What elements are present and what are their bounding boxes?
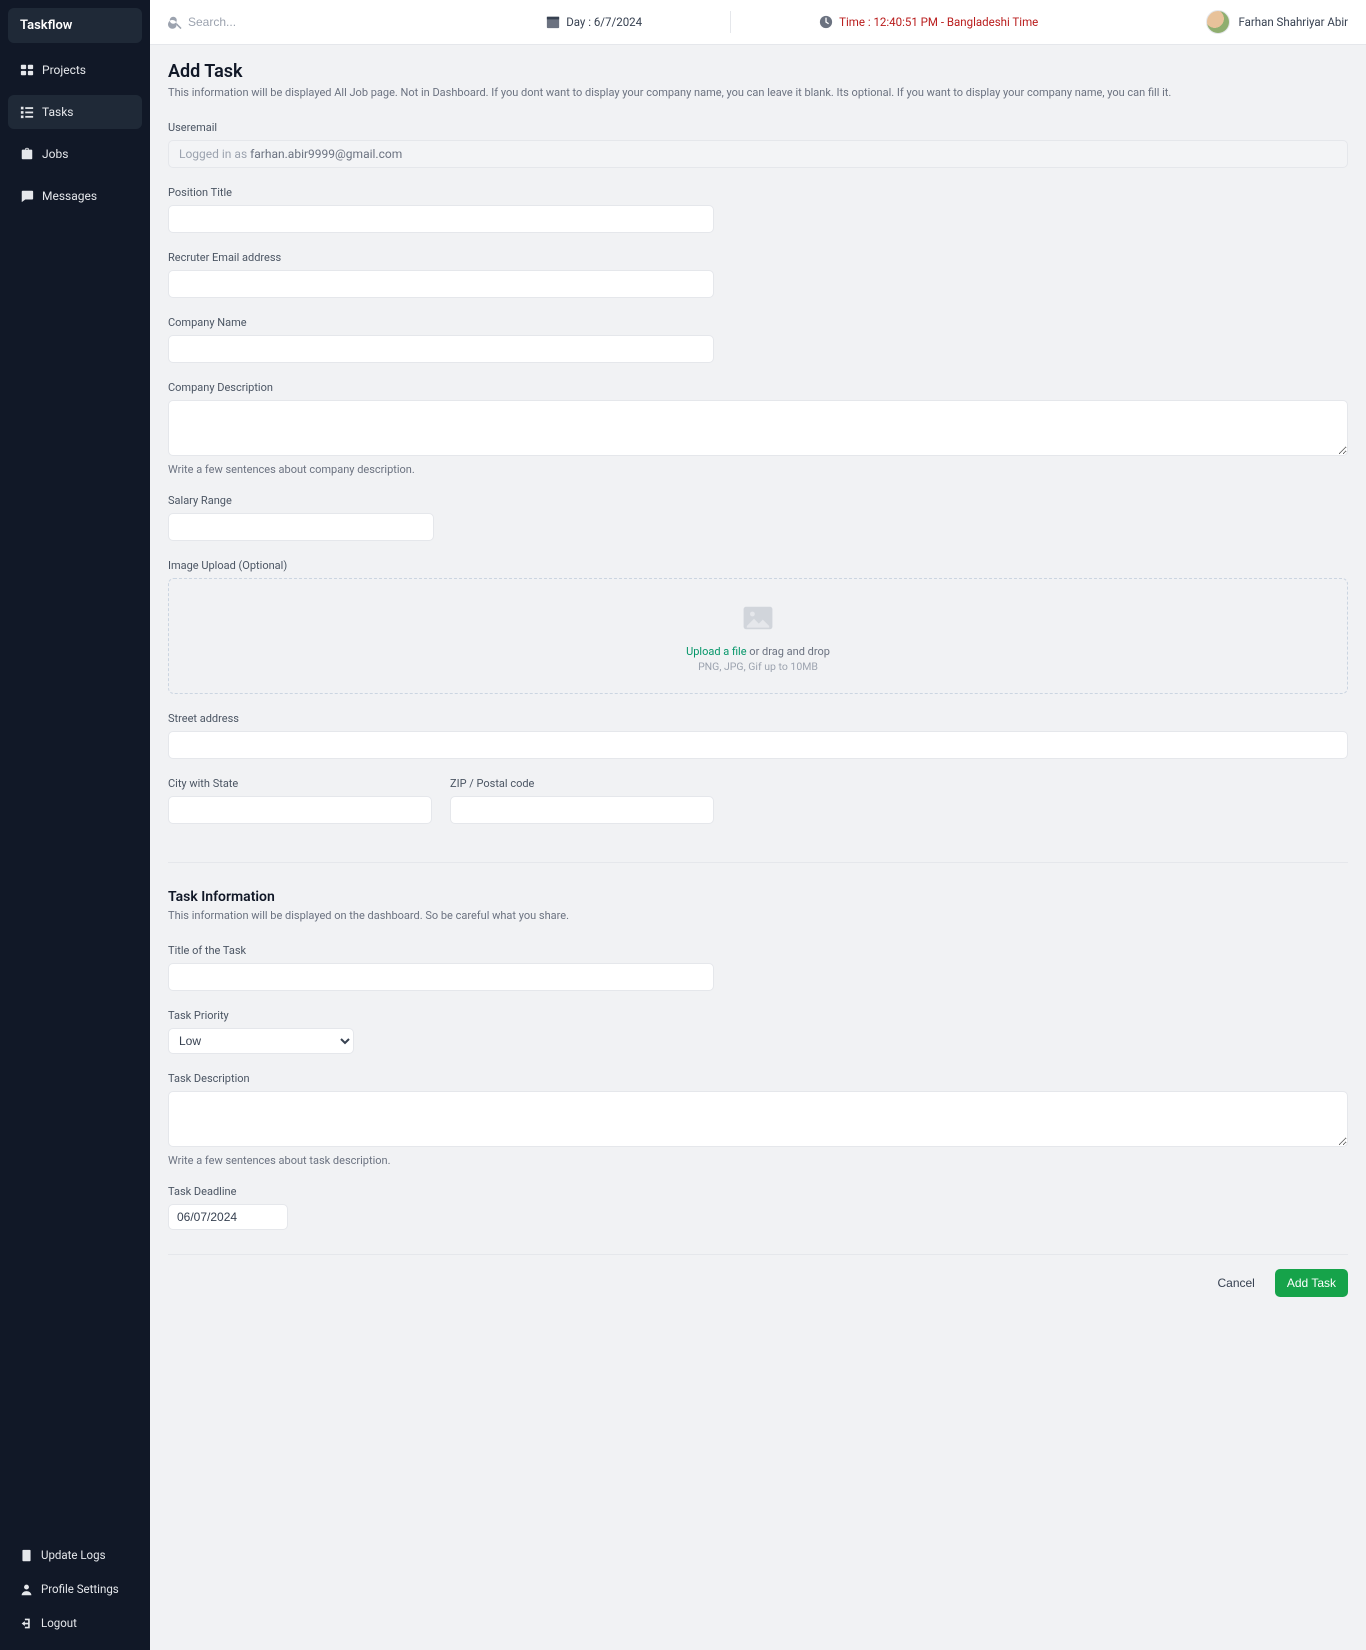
sidebar-bottom-update-logs[interactable]: Update Logs <box>8 1540 142 1570</box>
sidebar-item-messages[interactable]: Messages <box>8 179 142 213</box>
sidebar-bottom-label: Profile Settings <box>41 1582 119 1596</box>
sidebar-bottom-label: Update Logs <box>41 1548 106 1562</box>
image-upload-icon <box>742 605 774 631</box>
sidebar: Taskflow Projects Tasks Jobs <box>0 0 150 1650</box>
company-description-label: Company Description <box>168 381 1348 394</box>
avatar <box>1206 10 1230 34</box>
sidebar-item-label: Projects <box>42 63 86 77</box>
task-deadline-label: Task Deadline <box>168 1185 1348 1198</box>
sidebar-item-label: Jobs <box>42 147 68 161</box>
task-deadline-input[interactable] <box>168 1204 288 1230</box>
sidebar-item-label: Messages <box>42 189 97 203</box>
sidebar-bottom-label: Logout <box>41 1616 77 1630</box>
username: Farhan Shahriyar Abir <box>1238 15 1348 29</box>
recruiter-email-label: Recruter Email address <box>168 251 1348 264</box>
calendar-icon <box>546 15 560 29</box>
task-section-subtitle: This information will be displayed on th… <box>168 909 1348 922</box>
logout-icon <box>20 1617 33 1630</box>
task-section-title: Task Information <box>168 889 1348 905</box>
search-input[interactable] <box>188 15 348 29</box>
company-description-helper: Write a few sentences about company desc… <box>168 463 1348 476</box>
street-address-input[interactable] <box>168 731 1348 759</box>
chat-icon <box>20 189 34 203</box>
city-state-input[interactable] <box>168 796 432 824</box>
sidebar-item-jobs[interactable]: Jobs <box>8 137 142 171</box>
search-wrap <box>168 15 378 29</box>
company-name-label: Company Name <box>168 316 1348 329</box>
zip-label: ZIP / Postal code <box>450 777 714 790</box>
briefcase-icon <box>20 147 34 161</box>
topbar-day: Day : 6/7/2024 <box>546 15 642 29</box>
salary-range-label: Salary Range <box>168 494 1348 507</box>
add-task-button[interactable]: Add Task <box>1275 1269 1348 1297</box>
task-title-label: Title of the Task <box>168 944 1348 957</box>
content: Add Task This information will be displa… <box>150 45 1366 1321</box>
clock-icon <box>819 15 833 29</box>
page-title: Add Task <box>168 61 1348 82</box>
search-icon <box>168 15 182 29</box>
section-divider <box>168 862 1348 863</box>
company-description-textarea[interactable] <box>168 400 1348 456</box>
user-icon <box>20 1583 33 1596</box>
topbar-separator <box>730 11 731 33</box>
street-address-label: Street address <box>168 712 1348 725</box>
image-upload-link[interactable]: Upload a file <box>686 645 747 658</box>
task-description-helper: Write a few sentences about task descrip… <box>168 1154 1348 1167</box>
position-title-label: Position Title <box>168 186 1348 199</box>
task-description-textarea[interactable] <box>168 1091 1348 1147</box>
clipboard-icon <box>20 1549 33 1562</box>
page-subtitle: This information will be displayed All J… <box>168 86 1348 99</box>
projects-icon <box>20 63 34 77</box>
company-name-input[interactable] <box>168 335 714 363</box>
position-title-input[interactable] <box>168 205 714 233</box>
user-chip[interactable]: Farhan Shahriyar Abir <box>1206 10 1348 34</box>
task-priority-label: Task Priority <box>168 1009 1348 1022</box>
image-upload-dropzone[interactable]: Upload a file or drag and drop PNG, JPG,… <box>168 578 1348 694</box>
topbar: Day : 6/7/2024 Time : 12:40:51 PM - Bang… <box>150 0 1366 45</box>
task-description-label: Task Description <box>168 1072 1348 1085</box>
sidebar-bottom-profile-settings[interactable]: Profile Settings <box>8 1574 142 1604</box>
sidebar-item-tasks[interactable]: Tasks <box>8 95 142 129</box>
footer-actions: Cancel Add Task <box>168 1254 1348 1297</box>
useremail-field: Logged in as farhan.abir9999@gmail.com <box>168 140 1348 168</box>
recruiter-email-input[interactable] <box>168 270 714 298</box>
useremail-label: Useremail <box>168 121 1348 134</box>
city-state-label: City with State <box>168 777 432 790</box>
image-upload-text: Upload a file or drag and drop <box>179 645 1337 658</box>
sidebar-item-label: Tasks <box>42 105 74 119</box>
brand[interactable]: Taskflow <box>8 8 142 43</box>
image-upload-hint: PNG, JPG, Gif up to 10MB <box>179 660 1337 673</box>
sidebar-bottom-logout[interactable]: Logout <box>8 1608 142 1638</box>
cancel-button[interactable]: Cancel <box>1209 1270 1262 1296</box>
image-upload-label: Image Upload (Optional) <box>168 559 1348 572</box>
task-title-input[interactable] <box>168 963 714 991</box>
topbar-time: Time : 12:40:51 PM - Bangladeshi Time <box>819 15 1038 29</box>
salary-range-input[interactable] <box>168 513 434 541</box>
zip-input[interactable] <box>450 796 714 824</box>
tasks-icon <box>20 105 34 119</box>
sidebar-item-projects[interactable]: Projects <box>8 53 142 87</box>
task-priority-select[interactable]: Low <box>168 1028 354 1054</box>
